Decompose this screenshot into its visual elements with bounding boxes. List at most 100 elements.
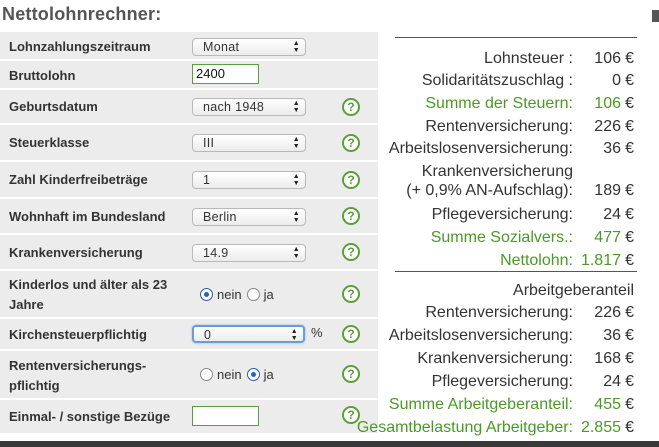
steuerklasse-label: Steuerklasse (9, 135, 90, 150)
row-lohnzahlungszeitraum: Lohnzahlungszeitraum Monat ▲ ▼ (0, 32, 378, 61)
result-currency: € (625, 373, 634, 390)
employer-pv-value: 24 (603, 373, 621, 390)
results-top-divider (395, 37, 637, 38)
row-kirchensteuer: Kirchensteuerpflichtig 0 ▲ ▼ % ? (0, 319, 378, 351)
row-rentenversicherungspflichtig: Rentenversicherungs- pflichtig nein ja ? (0, 351, 378, 400)
select-arrows-icon: ▲ ▼ (292, 173, 300, 187)
result-lohnsteuer-label: Lohnsteuer : (484, 50, 573, 67)
krankenversicherung-value: 14.9 (203, 246, 229, 260)
result-currency: € (625, 95, 634, 112)
rentenversicherungspflichtig-ja-radio[interactable] (246, 368, 260, 381)
result-currency: € (625, 396, 634, 413)
lohnzahlungszeitraum-select[interactable]: Monat ▲ ▼ (192, 38, 306, 56)
einmalbezuege-label: Einmal- / sonstige Bezüge (9, 409, 171, 424)
employer-summe-label: Summe Arbeitgeberanteil: (388, 396, 573, 413)
result-soli-label: Solidaritätszuschlag : (421, 72, 573, 89)
result-summe-sozialvers-label: Summe Sozialvers.: (430, 229, 573, 246)
kirchensteuer-select[interactable]: 0 ▲ ▼ (192, 325, 305, 343)
result-currency: € (625, 50, 634, 67)
result-pv-value: 24 (603, 206, 621, 223)
employer-alv-value: 36 (603, 327, 621, 344)
result-rv-label: Rentenversicherung: (425, 118, 573, 135)
einmalbezuege-input[interactable] (192, 406, 259, 426)
help-kirchensteuer-icon[interactable]: ? (342, 325, 360, 343)
result-kv-value: 189 (594, 182, 621, 199)
kinderfreibetraege-select[interactable]: 1 ▲ ▼ (192, 171, 306, 189)
rentenversicherungspflichtig-nein-label: nein (217, 367, 242, 382)
result-rv-value: 226 (594, 118, 621, 135)
help-steuerklasse-icon[interactable]: ? (342, 134, 360, 152)
scrollbar-thumb[interactable] (652, 10, 659, 22)
steuerklasse-value: III (203, 136, 215, 150)
select-arrows-icon: ▲ ▼ (292, 136, 300, 150)
krankenversicherung-label: Krankenversicherung (9, 245, 143, 260)
geburtsdatum-value: nach 1948 (203, 100, 265, 114)
employer-alv-label: Arbeitslosenversicherung: (388, 327, 573, 344)
geburtsdatum-label: Geburtsdatum (9, 99, 98, 114)
employer-gesamt-value: 2.855 (580, 419, 621, 436)
row-geburtsdatum: Geburtsdatum nach 1948 ▲ ▼ ? (0, 90, 378, 125)
employer-rv-value: 226 (594, 304, 621, 321)
select-arrows-icon: ▲ ▼ (292, 246, 300, 260)
employer-rv-label: Rentenversicherung: (425, 304, 573, 321)
bottom-bar (0, 441, 659, 447)
result-currency: € (625, 327, 634, 344)
geburtsdatum-select[interactable]: nach 1948 ▲ ▼ (192, 98, 306, 116)
result-currency: € (625, 229, 634, 246)
result-nettolohn-value: 1.817 (580, 252, 621, 269)
calculator-form: Lohnzahlungszeitraum Monat ▲ ▼ Bruttolohn… (0, 32, 378, 435)
result-kv-label: (+ 0,9% AN-Aufschlag): (406, 182, 573, 199)
result-currency: € (625, 182, 634, 199)
lohnzahlungszeitraum-label: Lohnzahlungszeitraum (9, 39, 151, 54)
result-currency: € (625, 304, 634, 321)
kinderlos-nein-radio[interactable] (200, 288, 213, 301)
steuerklasse-select[interactable]: III ▲ ▼ (192, 134, 306, 152)
result-kv-label-line1: Krankenversicherung (421, 163, 573, 180)
help-bundesland-icon[interactable]: ? (342, 207, 360, 225)
result-currency: € (625, 419, 634, 436)
row-kinderfreibetraege: Zahl Kinderfreibeträge 1 ▲ ▼ ? (0, 162, 378, 199)
kinderlos-ja-radio[interactable] (246, 288, 260, 301)
kinderlos-ja-label: ja (263, 287, 274, 302)
result-pv-label: Pflegeversicherung: (431, 206, 573, 223)
kirchensteuer-label: Kirchensteuerpflichtig (9, 327, 147, 342)
rentenversicherungspflichtig-nein-radio[interactable] (200, 368, 213, 381)
kirchensteuer-value: 0 (204, 328, 212, 342)
kinderlos-radio-group: nein ja (200, 287, 279, 302)
page-title: Nettolohnrechner: (2, 4, 162, 24)
result-currency: € (625, 206, 634, 223)
result-currency: € (625, 118, 634, 135)
krankenversicherung-select[interactable]: 14.9 ▲ ▼ (192, 244, 306, 262)
help-krankenversicherung-icon[interactable]: ? (342, 243, 360, 261)
bruttolohn-input[interactable]: 2400 (192, 64, 259, 84)
help-geburtsdatum-icon[interactable]: ? (342, 98, 360, 116)
result-summe-steuern-label: Summe der Steuern: (425, 95, 573, 112)
result-alv-value: 36 (603, 140, 621, 157)
select-arrows-icon: ▲ ▼ (290, 328, 298, 342)
result-soli-value: 0 (612, 72, 621, 89)
employer-kv-value: 168 (594, 350, 621, 367)
result-nettolohn-label: Nettolohn: (500, 252, 573, 269)
result-alv-label: Arbeitslosenversicherung: (388, 140, 573, 157)
row-bruttolohn: Bruttolohn 2400 (0, 61, 378, 90)
result-currency: € (625, 350, 634, 367)
result-currency: € (625, 140, 634, 157)
kinderlos-nein-label: nein (217, 287, 242, 302)
row-kinderlos: Kinderlos und älter als 23 Jahre nein ja… (0, 271, 378, 319)
bundesland-select[interactable]: Berlin ▲ ▼ (192, 208, 306, 226)
employer-summe-value: 455 (594, 396, 621, 413)
rentenversicherungspflichtig-ja-label: ja (263, 367, 274, 382)
result-currency: € (625, 252, 634, 269)
result-summe-steuern-value: 106 (594, 95, 621, 112)
employer-pv-label: Pflegeversicherung: (431, 373, 573, 390)
help-kinderfreibetraege-icon[interactable]: ? (342, 171, 360, 189)
kinderfreibetraege-value: 1 (203, 173, 211, 187)
select-arrows-icon: ▲ ▼ (292, 40, 300, 54)
kinderfreibetraege-label: Zahl Kinderfreibeträge (9, 172, 148, 187)
help-kinderlos-icon[interactable]: ? (342, 285, 360, 303)
help-rentenversicherungspflichtig-icon[interactable]: ? (342, 365, 360, 383)
kinderlos-label-line1: Kinderlos und älter als 23 (9, 277, 168, 292)
select-arrows-icon: ▲ ▼ (292, 210, 300, 224)
result-lohnsteuer-value: 106 (594, 50, 621, 67)
result-summe-sozialvers-value: 477 (594, 229, 621, 246)
